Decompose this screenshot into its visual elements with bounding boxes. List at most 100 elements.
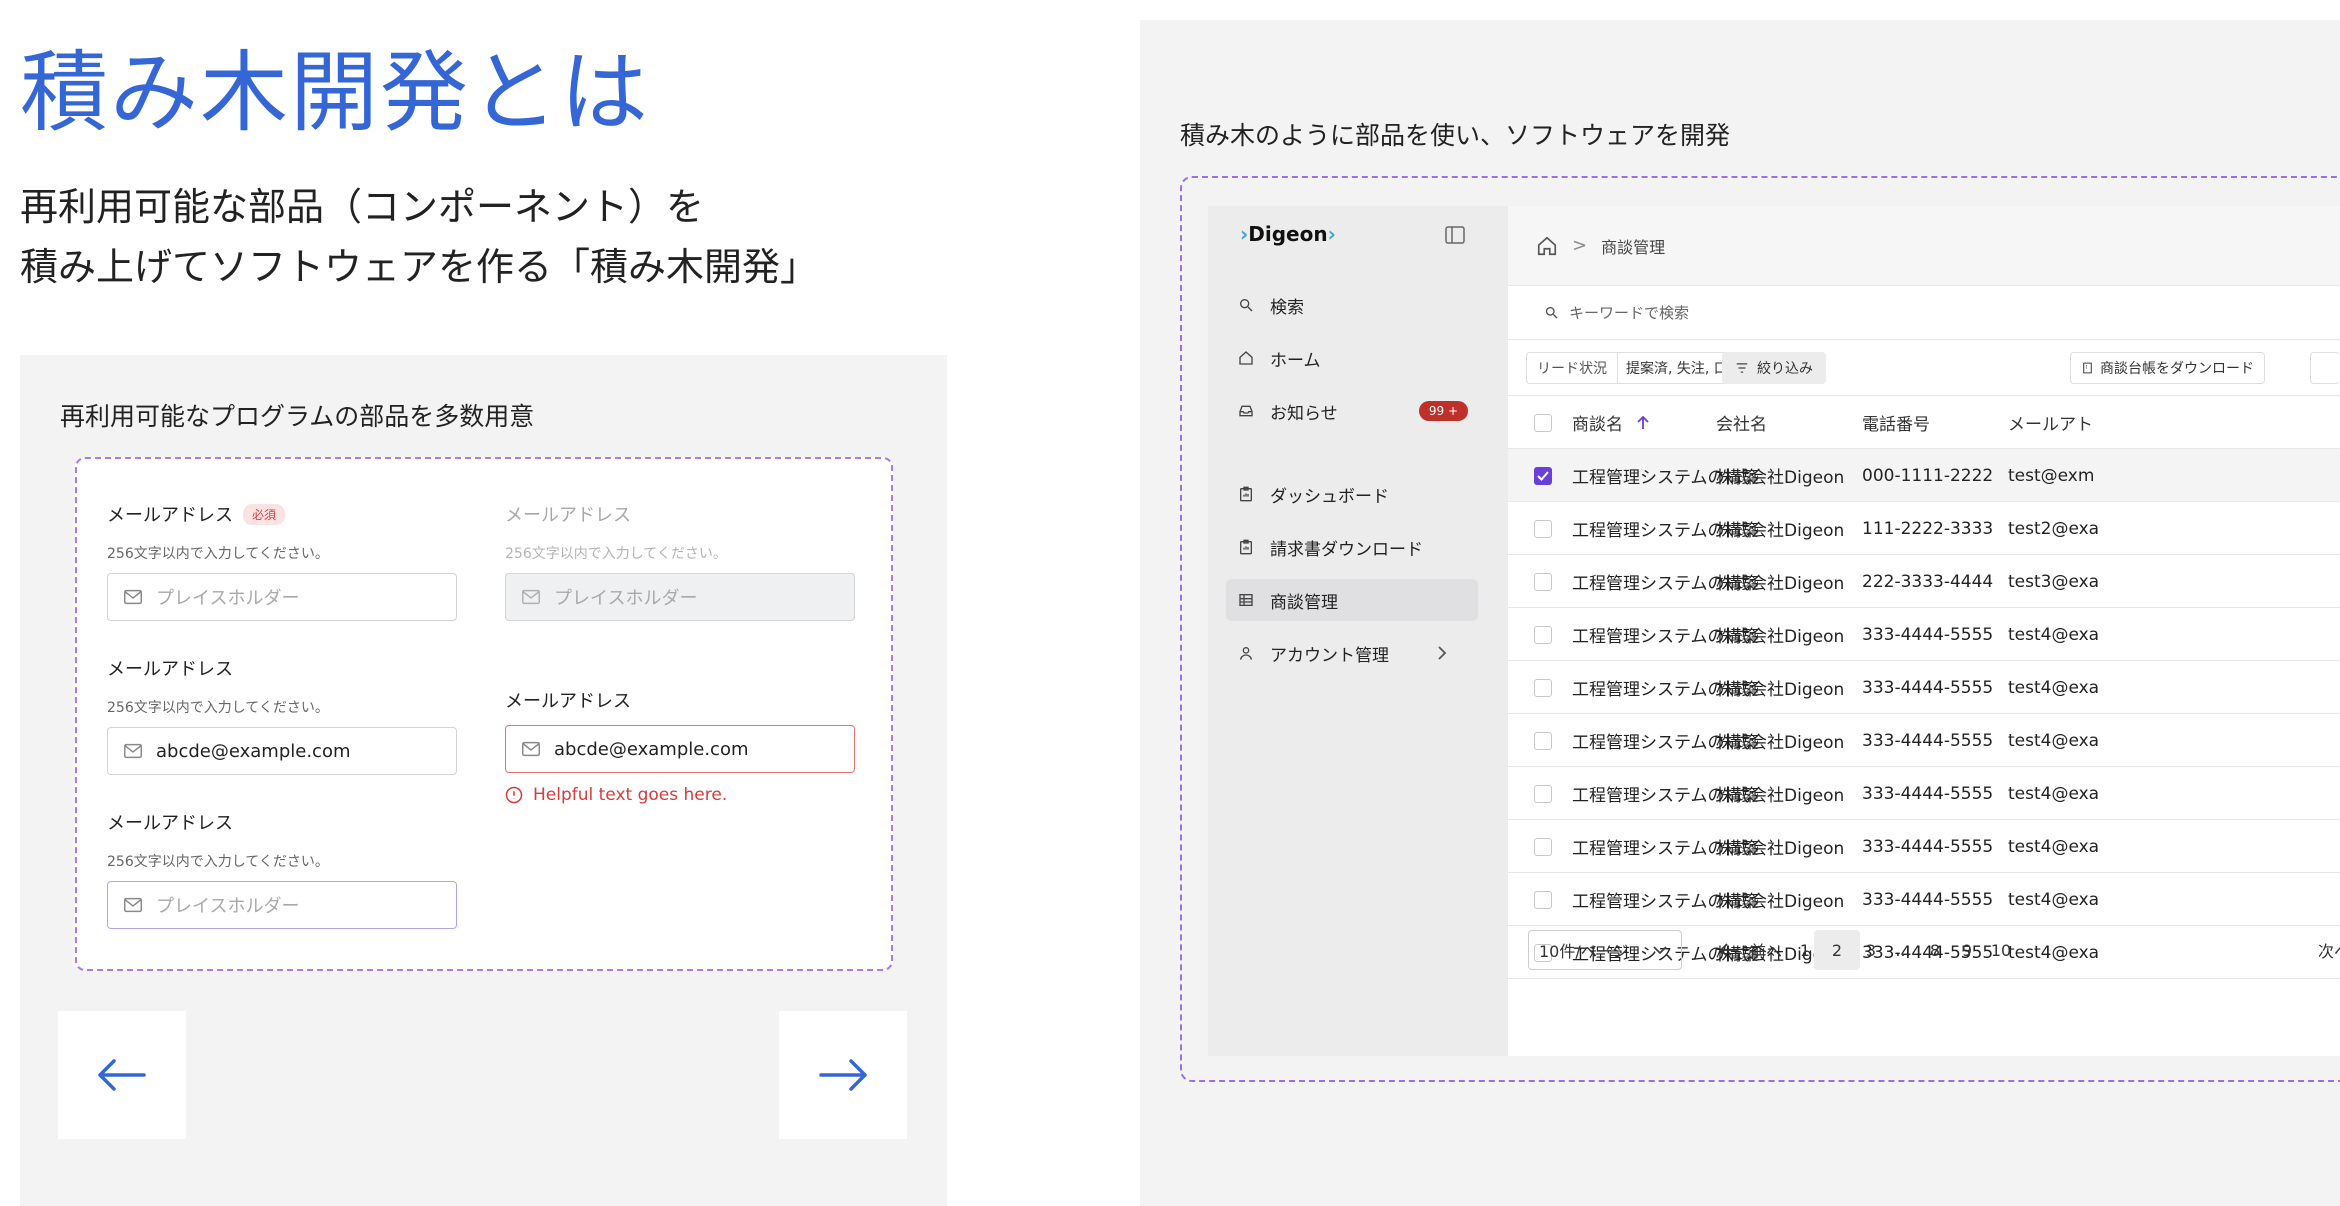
row-checkbox[interactable] bbox=[1534, 555, 1552, 608]
table-row[interactable]: 工程管理システムの構築 株式会社Digeon 333-4444-5555 test4@… bbox=[1508, 661, 2340, 714]
keyword-search[interactable]: キーワードで検索 bbox=[1508, 286, 2340, 340]
sidebar-item-notifications[interactable]: お知らせ 99 + bbox=[1226, 390, 1478, 432]
email-input-error[interactable]: abcde@example.com bbox=[505, 725, 855, 773]
field-label: メールアドレス bbox=[505, 691, 631, 712]
description-line-1: 再利用可能な部品（コンポーネント）を bbox=[20, 185, 705, 229]
clipboard-icon bbox=[1240, 486, 1252, 502]
table-row[interactable]: 工程管理システムの構築 株式会社Digeon 333-4444-5555 test4@… bbox=[1508, 608, 2340, 661]
next-slide-button[interactable] bbox=[779, 1011, 907, 1139]
search-placeholder: キーワードで検索 bbox=[1569, 304, 1690, 322]
cell-phone: 333-4444-5555 bbox=[1862, 624, 1994, 645]
row-checkbox[interactable] bbox=[1534, 502, 1552, 555]
row-checkbox[interactable] bbox=[1534, 449, 1552, 502]
next-page-button[interactable]: 次へ bbox=[2318, 930, 2340, 970]
sidebar-item-account[interactable]: アカウント管理 bbox=[1226, 632, 1478, 674]
table-row[interactable]: 工程管理システムの構築 株式会社Digeon 222-3333-4444 test3@… bbox=[1508, 555, 2340, 608]
input-value: abcde@example.com bbox=[554, 738, 749, 760]
inbox-icon bbox=[1239, 405, 1253, 417]
sidebar-item-deals[interactable]: 商談管理 bbox=[1226, 579, 1478, 621]
per-page-select[interactable]: 10件/ページ bbox=[1528, 930, 1682, 970]
filter-icon bbox=[1736, 363, 1748, 373]
notification-badge: 99 + bbox=[1418, 401, 1468, 421]
clipboard-icon bbox=[1240, 539, 1252, 555]
page-button-3[interactable]: 3 bbox=[1854, 930, 1888, 970]
email-input[interactable]: abcde@example.com bbox=[107, 727, 457, 775]
page-button-9[interactable]: 9 bbox=[1950, 930, 1984, 970]
sidebar-item-search[interactable]: 検索 bbox=[1226, 284, 1478, 326]
chevron-right-icon: > bbox=[1572, 235, 1588, 256]
cell-phone: 333-4444-5555 bbox=[1862, 730, 1994, 751]
table-row[interactable]: 工程管理システムの構築 株式会社Digeon 333-4444-5555 test4@… bbox=[1508, 767, 2340, 820]
row-checkbox[interactable] bbox=[1534, 714, 1552, 767]
cell-phone: 333-4444-5555 bbox=[1862, 783, 1994, 804]
cell-company: 株式会社Digeon bbox=[1716, 574, 1845, 594]
field-label: メールアドレス bbox=[505, 505, 631, 526]
error-helper: Helpful text goes here. bbox=[505, 785, 855, 805]
field-hint: 256文字以内で入力してください。 bbox=[107, 546, 329, 562]
download-ledger-button[interactable]: 商談台帳をダウンロード bbox=[2070, 352, 2265, 384]
cell-email: test4@exa bbox=[2008, 730, 2100, 751]
sidebar: ›Digeon› 検索 ホーム お知らせ 99 + ダッシュボード 請求書ダウン… bbox=[1208, 206, 1508, 1056]
cell-company: 株式会社Digeon bbox=[1716, 680, 1845, 700]
field-hint: 256文字以内で入力してください。 bbox=[505, 546, 727, 562]
chevron-right-icon bbox=[1438, 646, 1447, 660]
table-icon bbox=[1239, 594, 1253, 606]
sidebar-item-label: 商談管理 bbox=[1270, 592, 1338, 613]
home-icon bbox=[1239, 351, 1253, 365]
row-checkbox[interactable] bbox=[1534, 661, 1552, 714]
select-all-checkbox[interactable] bbox=[1534, 396, 1552, 449]
email-field-error: メールアドレス abcde@example.com Helpful text g… bbox=[505, 687, 855, 805]
table-row[interactable]: 工程管理システムの構築 株式会社Digeon 111-2222-3333 test2@… bbox=[1508, 502, 2340, 555]
page-title: 積み木開発とは bbox=[20, 41, 651, 144]
email-field-filled: メールアドレス 256文字以内で入力してください。 abcde@example.… bbox=[107, 655, 457, 775]
prev-page-button[interactable]: 前へ bbox=[1720, 930, 1782, 970]
cell-email: test4@exa bbox=[2008, 836, 2100, 857]
cell-email: test@exm bbox=[2008, 465, 2095, 486]
sidebar-item-home[interactable]: ホーム bbox=[1226, 337, 1478, 379]
alert-circle-icon bbox=[505, 786, 523, 804]
showcase-title: 再利用可能なプログラムの部品を多数用意 bbox=[60, 402, 535, 431]
document-icon bbox=[2083, 362, 2092, 374]
field-hint: 256文字以内で入力してください。 bbox=[107, 700, 329, 716]
row-checkbox[interactable] bbox=[1534, 873, 1552, 926]
mail-icon bbox=[522, 589, 540, 605]
sidebar-item-invoice-download[interactable]: 請求書ダウンロード bbox=[1226, 526, 1478, 568]
page-button-10[interactable]: 10 bbox=[1984, 930, 2018, 970]
table-row[interactable]: 工程管理システムの構築 株式会社Digeon 333-4444-5555 test4@… bbox=[1508, 820, 2340, 873]
table-header: 商談名 会社名 電話番号 メールアト bbox=[1508, 396, 2340, 449]
row-checkbox[interactable] bbox=[1534, 767, 1552, 820]
sidebar-item-dashboard[interactable]: ダッシュボード bbox=[1226, 473, 1478, 515]
cell-company: 株式会社Digeon bbox=[1716, 521, 1845, 541]
cell-email: test4@exa bbox=[2008, 677, 2100, 698]
sidebar-item-label: ダッシュボード bbox=[1270, 486, 1389, 507]
required-badge: 必須 bbox=[243, 503, 286, 525]
pagination: 10件/ページ 前へ 123...8910 次へ bbox=[1508, 924, 2340, 994]
sidebar-toggle-icon[interactable] bbox=[1445, 226, 1465, 244]
cell-company: 株式会社Digeon bbox=[1716, 786, 1845, 806]
column-header-phone[interactable]: 電話番号 bbox=[1862, 396, 1930, 449]
email-input-focused[interactable]: プレイスホルダー bbox=[107, 881, 457, 929]
more-button[interactable] bbox=[2310, 352, 2340, 384]
showcase-title: 積み木のように部品を使い、ソフトウェアを開発 bbox=[1180, 121, 1731, 150]
page-button-8[interactable]: 8 bbox=[1918, 930, 1952, 970]
filter-key: リード状況 bbox=[1527, 353, 1618, 383]
table-row[interactable]: 工程管理システムの構築 株式会社Digeon 333-4444-5555 test4@… bbox=[1508, 714, 2340, 767]
search-icon bbox=[1240, 299, 1253, 312]
cell-phone: 000-1111-2222 bbox=[1862, 465, 1994, 486]
cell-email: test4@exa bbox=[2008, 889, 2100, 910]
sort-ascending-icon bbox=[1637, 415, 1649, 429]
refine-button[interactable]: 絞り込み bbox=[1722, 352, 1826, 384]
row-checkbox[interactable] bbox=[1534, 608, 1552, 661]
column-header-deal-name[interactable]: 商談名 bbox=[1572, 396, 1649, 449]
table-row[interactable]: 工程管理システムの構築 株式会社Digeon 333-4444-5555 test4@… bbox=[1508, 873, 2340, 926]
column-header-email[interactable]: メールアト bbox=[2008, 396, 2093, 449]
breadcrumb: > 商談管理 bbox=[1508, 206, 2340, 286]
email-input[interactable]: プレイスホルダー bbox=[107, 573, 457, 621]
home-icon[interactable] bbox=[1536, 235, 1558, 257]
arrow-left-icon bbox=[1720, 943, 1737, 957]
prev-slide-button[interactable] bbox=[58, 1011, 186, 1139]
cell-email: test4@exa bbox=[2008, 783, 2100, 804]
column-header-company[interactable]: 会社名 bbox=[1716, 396, 1767, 449]
row-checkbox[interactable] bbox=[1534, 820, 1552, 873]
table-row[interactable]: 工程管理システムの構築 株式会社Digeon 000-1111-2222 test@e… bbox=[1508, 449, 2340, 502]
